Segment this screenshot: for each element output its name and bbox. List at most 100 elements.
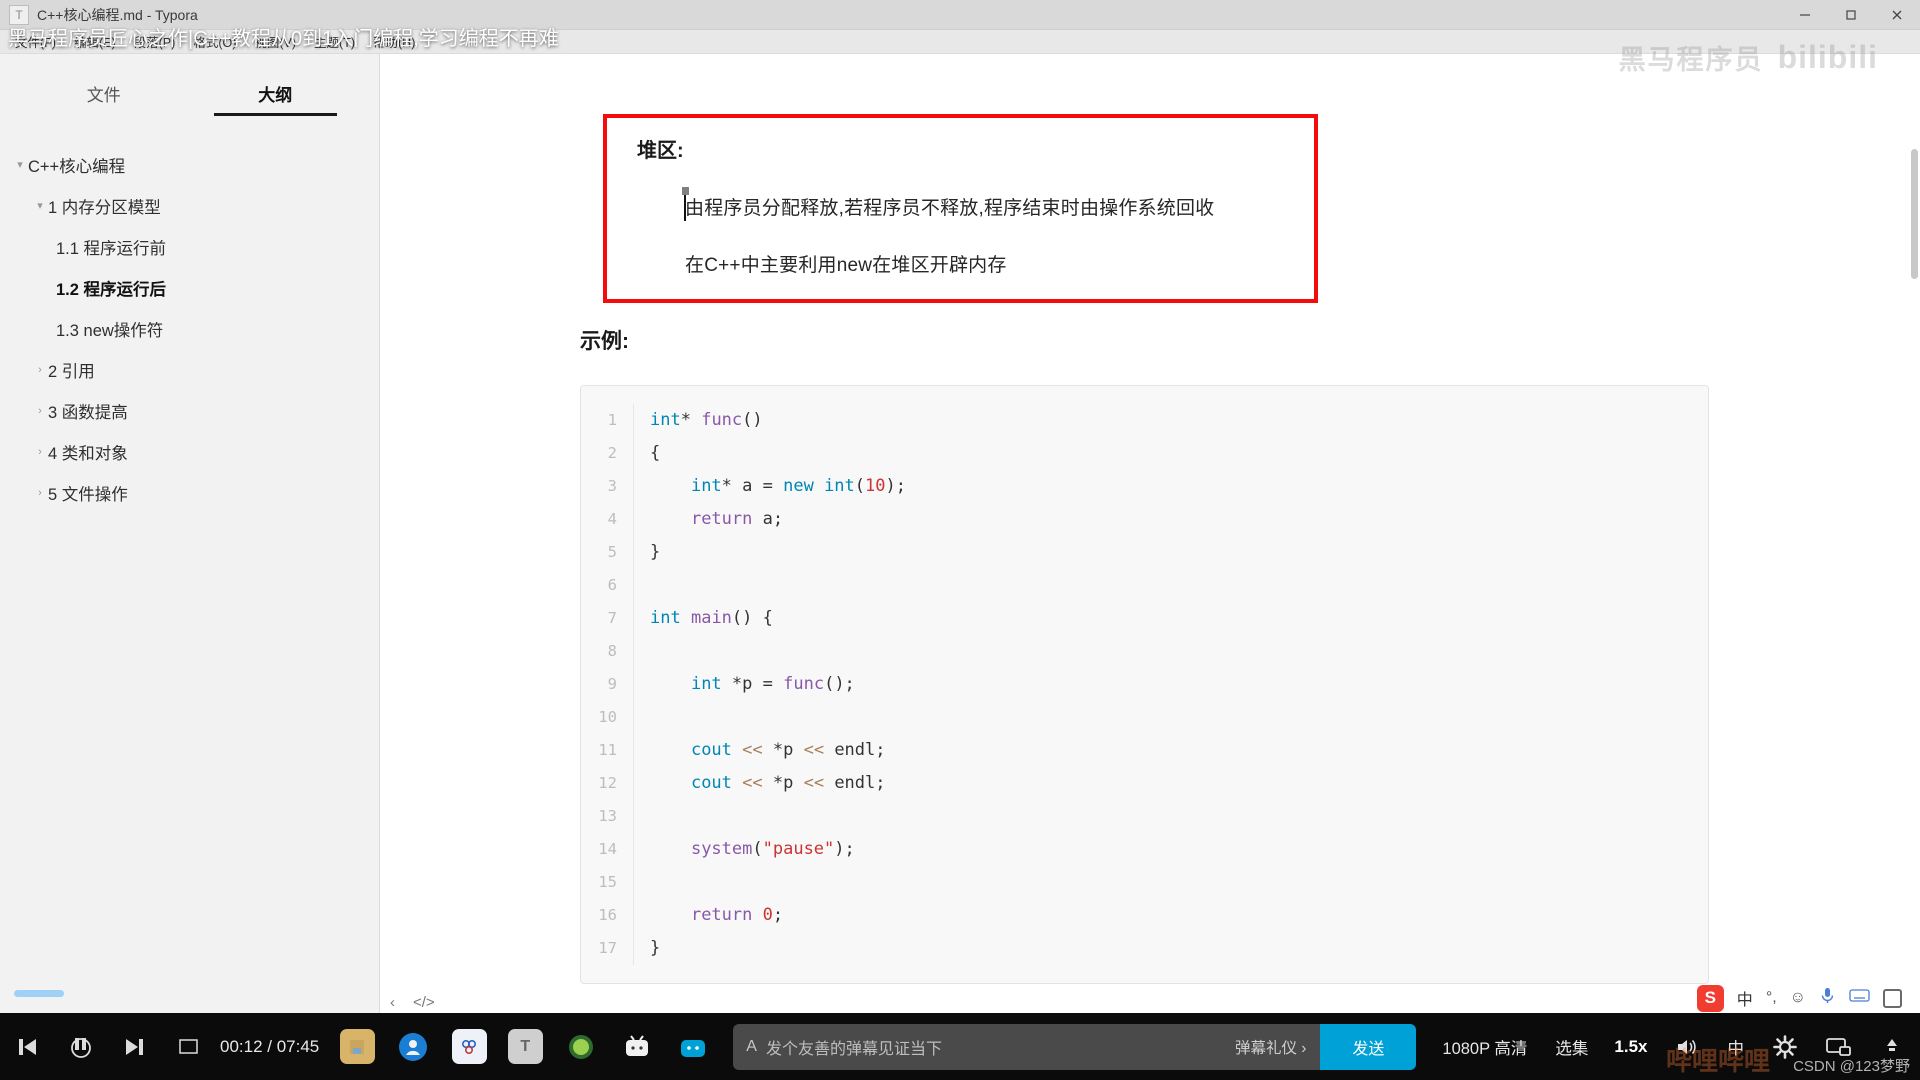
- outline-item-functions[interactable]: › 3 函数提高: [0, 390, 379, 431]
- outline-item-label: 1 内存分区模型: [48, 198, 161, 217]
- code-token: func: [783, 674, 825, 694]
- tab-outline[interactable]: 大纲: [190, 81, 362, 116]
- code-token: }: [650, 542, 661, 562]
- danmaku-input[interactable]: 发个友善的弹幕见证当下: [766, 1035, 1221, 1059]
- danmaku-style-icon[interactable]: A: [733, 1038, 766, 1056]
- code-token: system: [690, 839, 753, 859]
- code-token: endl;: [824, 773, 886, 793]
- code-token: int: [650, 608, 681, 628]
- code-line: 14 system("pause");: [581, 833, 1708, 866]
- bilibili-watermark: 哔哩哔哩: [1665, 1046, 1770, 1076]
- code-block[interactable]: 1 int* func() 2{3 int* a = new int(10); 4 r…: [580, 385, 1709, 984]
- danmaku-etiquette-link[interactable]: 弹幕礼仪 ›: [1221, 1036, 1320, 1058]
- code-token: ;: [772, 905, 784, 925]
- ime-punctuation-icon[interactable]: °,: [1766, 989, 1777, 1007]
- browser-icon: [396, 1029, 431, 1064]
- save-icon: [339, 1029, 375, 1064]
- minimize-icon[interactable]: [1782, 0, 1828, 30]
- bilibili-icon: [620, 1029, 655, 1064]
- code-line-text: [633, 800, 1708, 833]
- outline-item-memory-model[interactable]: ▾ 1 内存分区模型: [0, 185, 379, 226]
- code-line: 16 return 0;: [581, 899, 1708, 932]
- sogou-logo-icon[interactable]: S: [1696, 984, 1724, 1012]
- code-line: 6: [581, 569, 1708, 602]
- taskbar-app-bilibili[interactable]: [609, 1013, 665, 1080]
- quality-selector[interactable]: 1080P 高清: [1428, 1035, 1541, 1059]
- outline-item-classes[interactable]: › 4 类和对象: [0, 431, 379, 472]
- taskbar-app-bilibili-blue[interactable]: [665, 1013, 721, 1080]
- sidebar-horizontal-scrollbar[interactable]: [14, 990, 64, 997]
- code-token: p: [742, 674, 753, 694]
- taskbar-app-browser[interactable]: [385, 1013, 441, 1080]
- code-line-number: 11: [598, 741, 617, 759]
- code-line-text: system("pause");: [633, 833, 1708, 866]
- code-line: 2{: [581, 437, 1708, 470]
- source-code-icon[interactable]: </>: [413, 994, 435, 1011]
- code-line-number: 2: [607, 444, 617, 462]
- next-icon[interactable]: [108, 1013, 162, 1080]
- ime-emoji-icon[interactable]: ☺: [1790, 989, 1806, 1007]
- paragraph-text: 由程序员分配释放,若程序员不释放,程序结束时由操作系统回收: [685, 198, 1215, 219]
- mail-icon: [564, 1029, 599, 1064]
- outline-item-label: 3 函数提高: [48, 403, 128, 422]
- outline-item-new-operator[interactable]: 1.3 new操作符: [0, 308, 379, 349]
- code-token: int: [824, 476, 855, 496]
- prev-icon[interactable]: [0, 1013, 54, 1080]
- playback-speed-button[interactable]: 1.5x: [1602, 1037, 1659, 1057]
- close-icon[interactable]: [1874, 0, 1920, 30]
- taskbar-app-save[interactable]: [329, 1013, 385, 1080]
- ime-toolbar: S 中 °, ☺: [1696, 983, 1902, 1013]
- chevron-down-icon[interactable]: ▾: [32, 199, 48, 212]
- code-line: 5}: [581, 536, 1708, 569]
- chevron-right-icon[interactable]: ›: [32, 405, 48, 417]
- outline-item-cpp-core[interactable]: ▾ C++核心编程: [0, 144, 379, 185]
- code-line-number: 1: [607, 411, 617, 429]
- code-token: *p: [762, 740, 804, 760]
- send-button[interactable]: 发送: [1320, 1023, 1417, 1070]
- code-token: <<: [803, 773, 825, 793]
- window-controls: [1782, 0, 1920, 30]
- pip-icon[interactable]: [162, 1013, 216, 1080]
- outline-item-label: 4 类和对象: [48, 444, 128, 463]
- taskbar-app-mail[interactable]: [553, 1013, 609, 1080]
- episode-list-button[interactable]: 选集: [1541, 1035, 1602, 1059]
- editor-status-bar: ‹ </>: [380, 984, 1920, 1013]
- outline-item-label: 1.1 程序运行前: [56, 239, 167, 258]
- outline-item-before-run[interactable]: 1.1 程序运行前: [0, 226, 379, 267]
- code-line-number: 15: [598, 873, 617, 891]
- tab-files[interactable]: 文件: [18, 81, 190, 116]
- code-line-text: [633, 569, 1708, 602]
- document-body[interactable]: 堆区: 由程序员分配释放,若程序员不释放,程序结束时由操作系统回收 在C++中主…: [380, 54, 1920, 984]
- player-control-bar: 00:12 / 07:45 T A 发个友善的弹幕见证当下 弹幕礼仪 › 发送 …: [0, 1013, 1920, 1080]
- taskbar-app-typora[interactable]: T: [497, 1013, 553, 1080]
- section-heading: 堆区:: [637, 140, 684, 162]
- taskbar-app-cloud[interactable]: [441, 1013, 497, 1080]
- ime-mic-icon[interactable]: [1819, 986, 1836, 1010]
- back-icon[interactable]: ‹: [390, 994, 395, 1011]
- editor-vertical-scrollbar[interactable]: [1911, 149, 1918, 279]
- chevron-right-icon[interactable]: ›: [32, 487, 48, 499]
- ime-toolbox-icon[interactable]: [1883, 988, 1902, 1008]
- chevron-right-icon[interactable]: ›: [32, 446, 48, 458]
- outline-item-reference[interactable]: › 2 引用: [0, 349, 379, 390]
- ime-language-label[interactable]: 中: [1737, 986, 1753, 1010]
- code-line-number: 13: [598, 807, 617, 825]
- outline-item-file-ops[interactable]: › 5 文件操作: [0, 472, 379, 513]
- pause-icon[interactable]: [54, 1013, 108, 1080]
- maximize-icon[interactable]: [1828, 0, 1874, 30]
- chevron-down-icon[interactable]: ▾: [12, 158, 28, 171]
- danmaku-input-group[interactable]: A 发个友善的弹幕见证当下 弹幕礼仪 › 发送: [733, 1023, 1417, 1070]
- code-token: () {: [731, 608, 773, 628]
- outline-item-label: 1.3 new操作符: [56, 321, 164, 340]
- outline-item-label: 5 文件操作: [48, 485, 128, 504]
- outline-item-after-run[interactable]: 1.2 程序运行后: [0, 267, 379, 308]
- code-line: 10: [581, 701, 1708, 734]
- ime-keyboard-icon[interactable]: [1849, 988, 1870, 1008]
- chevron-right-icon[interactable]: ›: [32, 364, 48, 376]
- code-token: main: [690, 608, 732, 628]
- code-token: }: [650, 938, 661, 958]
- editor-pane: 堆区: 由程序员分配释放,若程序员不释放,程序结束时由操作系统回收 在C++中主…: [380, 54, 1920, 1013]
